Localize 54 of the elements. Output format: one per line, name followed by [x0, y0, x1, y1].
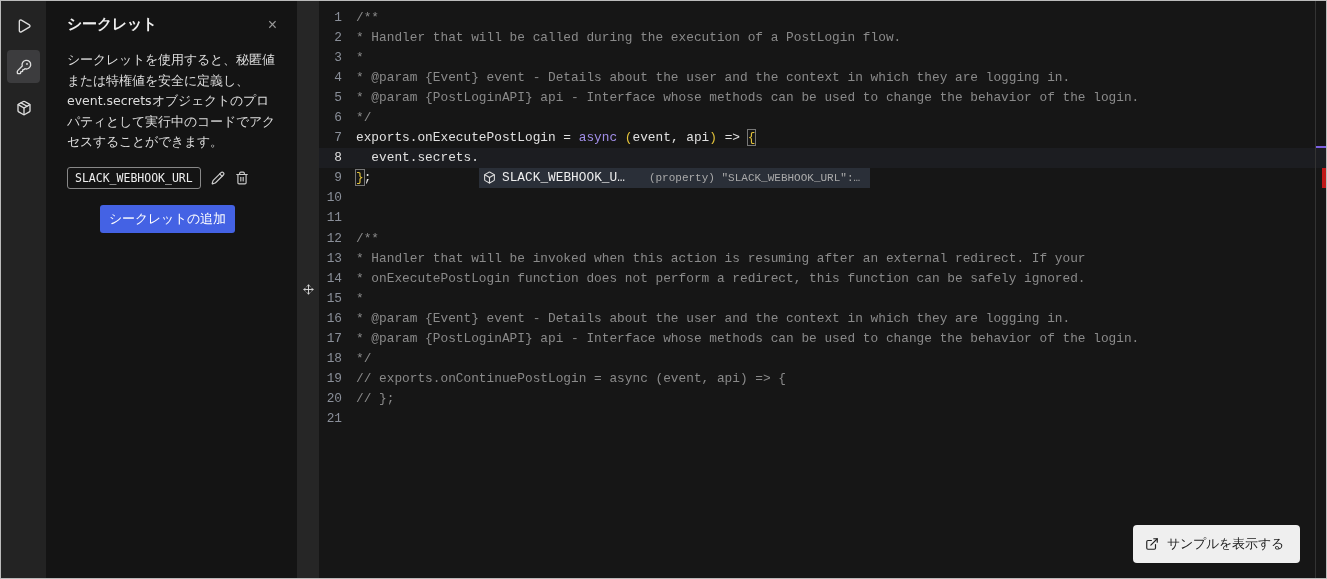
- line-number: 13: [325, 250, 342, 266]
- code-line: * Handler that will be invoked when this action is resuming after an external redirect. If your: [356, 250, 1086, 266]
- line-number: 4: [333, 69, 342, 85]
- panel-title: シークレット: [67, 15, 157, 34]
- line-number: 7: [333, 130, 342, 146]
- code-line: // exports.onContinuePostLogin = async (event, api) => {: [356, 371, 787, 387]
- line-number: 8: [333, 150, 342, 166]
- line-number: 18: [325, 351, 342, 367]
- code-line: *: [356, 49, 364, 65]
- code-line: */: [356, 110, 372, 125]
- line-number: 17: [325, 331, 342, 347]
- code-line: };: [356, 170, 372, 186]
- error-marker: [1322, 168, 1326, 188]
- line-number: 14: [325, 270, 342, 286]
- code-line: event.secrets.: [370, 150, 479, 166]
- external-link-icon: [1145, 537, 1159, 551]
- code-line: /**: [356, 9, 380, 25]
- autocomplete-item[interactable]: SLACK_WEBHOOK_U… (property) "SLACK_WEBHOOK_URL":…: [479, 167, 870, 188]
- code-line: * Handler that will be called during the execution of a PostLogin flow.: [356, 29, 902, 45]
- show-sample-button[interactable]: サンプルを表示する: [1133, 525, 1300, 563]
- key-icon[interactable]: [7, 50, 40, 83]
- resize-handle-icon[interactable]: [302, 284, 314, 295]
- code-line: exports.onExecutePostLogin = async (event, api) => {: [356, 130, 756, 146]
- code-line: * @param {Event} event - Details about the user and the context in which they are logging in.: [356, 310, 1071, 326]
- line-number: 16: [325, 310, 342, 326]
- cube-icon: [483, 171, 496, 185]
- add-secret-button[interactable]: シークレットの追加: [99, 204, 235, 233]
- code-line: * @param {Event} event - Details about the user and the context in which they are logging in.: [356, 69, 1071, 85]
- code-line: * onExecutePostLogin function does not perform a redirect, this function can be safely ignored.: [356, 270, 1086, 286]
- trash-icon[interactable]: [234, 170, 249, 185]
- code-line: /**: [356, 230, 380, 246]
- code-line: */: [356, 351, 372, 367]
- line-number: 20: [325, 391, 342, 407]
- line-number: 21: [325, 411, 342, 427]
- line-number: 2: [333, 29, 342, 45]
- line-number: 11: [325, 210, 342, 226]
- line-number: 15: [325, 290, 342, 306]
- line-number: 12: [325, 230, 342, 246]
- cursor-marker: [1316, 146, 1326, 148]
- line-number: 1: [333, 9, 342, 25]
- close-button[interactable]: ×: [267, 15, 277, 34]
- line-number: 19: [325, 371, 342, 387]
- panel-description: シークレットを使用すると、秘匿値または特権値を安全に定義し、event.secretsオブジェクトのプロパティとして実行中のコードでアクセスすることができます。: [67, 51, 276, 151]
- code-line: * @param {PostLoginAPI} api - Interface whose methods can be used to change the behavior of the login.: [356, 331, 1140, 347]
- code-line: * @param {PostLoginAPI} api - Interface whose methods can be used to change the behavior of the login.: [356, 89, 1140, 105]
- line-number: 9: [333, 170, 342, 186]
- line-number: 10: [325, 190, 342, 206]
- line-number: 3: [333, 49, 342, 65]
- code-line: *: [356, 290, 364, 306]
- secret-name: SLACK_WEBHOOK_URL: [67, 166, 201, 189]
- edit-icon[interactable]: [210, 170, 225, 185]
- line-number: 6: [333, 110, 342, 125]
- code-line: // };: [356, 391, 395, 407]
- line-number: 5: [333, 89, 342, 105]
